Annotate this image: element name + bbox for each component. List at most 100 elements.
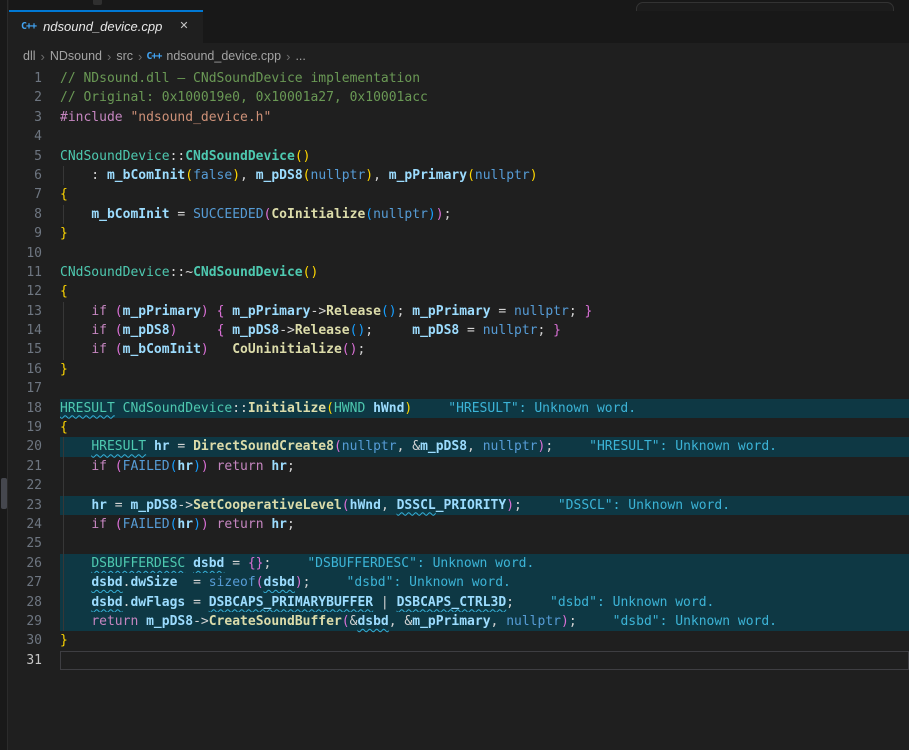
chevron-right-icon: › [134, 49, 146, 64]
code-token: ; [545, 439, 553, 454]
code-token: ( [326, 401, 334, 416]
line-number: 27 [9, 573, 60, 592]
code-token: ; [538, 323, 554, 338]
code-token: ; [514, 498, 522, 513]
spell-check-annotation: "HRESULT": Unknown word. [589, 439, 777, 454]
code-line-content[interactable] [60, 379, 909, 398]
code-line-content[interactable]: } [60, 360, 909, 379]
code-line-content[interactable]: #include "ndsound_device.h" [60, 108, 909, 127]
code-line-content[interactable]: } [60, 631, 909, 650]
code-token: ( [467, 168, 475, 183]
breadcrumb-item[interactable]: ... [294, 49, 306, 63]
code-line: 16} [9, 360, 909, 379]
code-token: ) [404, 401, 412, 416]
code-line-content[interactable]: if (m_pDS8) { m_pDS8->Release(); m_pDS8 … [60, 321, 909, 340]
code-line-content[interactable]: { [60, 282, 909, 301]
code-line-content[interactable]: : m_bComInit(false), m_pDS8(nullptr), m_… [60, 166, 909, 185]
code-token: ::~ [170, 265, 193, 280]
code-line-content[interactable]: m_bComInit = SUCCEEDED(CoInitialize(null… [60, 205, 909, 224]
code-token: ) [201, 304, 209, 319]
tab-title: ndsound_device.cpp [43, 19, 162, 34]
code-line-content[interactable]: if (m_bComInit) CoUninitialize(); [60, 340, 909, 359]
code-line-content[interactable] [60, 476, 909, 495]
code-line-content[interactable]: hr = m_pDS8->SetCooperativeLevel(hWnd, D… [60, 496, 909, 515]
code-line: 27 dsbd.dwSize = sizeof(dsbd);"dsbd": Un… [9, 573, 909, 592]
code-line-content[interactable]: DSBUFFERDESC dsbd = {};"DSBUFFERDESC": U… [60, 554, 909, 573]
code-line-content[interactable]: if (m_pPrimary) { m_pPrimary->Release();… [60, 302, 909, 321]
code-line-content[interactable]: dsbd.dwFlags = DSBCAPS_PRIMARYBUFFER | D… [60, 593, 909, 612]
code-token [60, 575, 91, 590]
code-area[interactable]: 1// NDsound.dll — CNdSoundDevice impleme… [9, 69, 909, 670]
code-line: 24 if (FAILED(hr)) return hr; [9, 515, 909, 534]
code-token [60, 459, 91, 474]
code-token: ( [365, 207, 373, 222]
code-token: ; [569, 304, 585, 319]
code-token: hr [271, 459, 287, 474]
code-line-content[interactable]: if (FAILED(hr)) return hr; [60, 457, 909, 476]
chevron-right-icon: › [282, 49, 294, 64]
code-token: ( [342, 614, 350, 629]
code-token: :: [232, 401, 248, 416]
code-token: = [107, 498, 130, 513]
code-token: ) [530, 168, 538, 183]
code-token: ( [256, 575, 264, 590]
tab-close-icon[interactable]: ✕ [177, 19, 190, 34]
code-line-content[interactable]: { [60, 418, 909, 437]
code-token: {} [248, 556, 264, 571]
code-token: m_pDS8 [412, 323, 459, 338]
code-line-content[interactable]: if (FAILED(hr)) return hr; [60, 515, 909, 534]
code-token: { [60, 284, 68, 299]
code-token: hWnd [350, 498, 381, 513]
code-token: , [467, 439, 483, 454]
code-token: DSSCL [397, 498, 436, 513]
code-token: = [459, 323, 482, 338]
code-token: m_pPrimary [389, 168, 467, 183]
spell-check-annotation: "dsbd": Unknown word. [347, 575, 511, 590]
line-number: 28 [9, 593, 60, 612]
code-line-content[interactable] [60, 651, 909, 670]
code-token: ( [115, 304, 123, 319]
breadcrumb-item[interactable]: ndsound_device.cpp [165, 49, 282, 63]
code-line-content[interactable] [60, 244, 909, 263]
tab-ndsound-device-cpp[interactable]: C++ ndsound_device.cpp ✕ [9, 10, 203, 43]
code-token: #include [60, 110, 123, 125]
code-token: return [217, 517, 264, 532]
breadcrumb-item[interactable]: dll [22, 49, 37, 63]
tab-bar: C++ ndsound_device.cpp ✕ [9, 10, 909, 43]
code-line-content[interactable]: HRESULT CNdSoundDevice::Initialize(HWND … [60, 399, 909, 418]
code-line-content[interactable]: // NDsound.dll — CNdSoundDevice implemen… [60, 69, 909, 88]
code-token [60, 207, 91, 222]
left-scrollbar-thumb[interactable] [1, 478, 7, 509]
code-line-content[interactable] [60, 534, 909, 553]
code-token: dwFlags [130, 595, 185, 610]
code-line-content[interactable]: dsbd.dwSize = sizeof(dsbd);"dsbd": Unkno… [60, 573, 909, 592]
code-token: nullptr [514, 304, 569, 319]
code-line: 30} [9, 631, 909, 650]
code-token: :: [170, 149, 186, 164]
spell-check-annotation: "dsbd": Unknown word. [613, 614, 777, 629]
code-line-content[interactable]: HRESULT hr = DirectSoundCreate8(nullptr,… [60, 437, 909, 456]
code-token: ; [264, 556, 272, 571]
breadcrumb-item[interactable]: src [115, 49, 134, 63]
code-line: 17 [9, 379, 909, 398]
code-line-content[interactable]: { [60, 185, 909, 204]
line-number: 5 [9, 147, 60, 166]
code-line-content[interactable]: CNdSoundDevice::CNdSoundDevice() [60, 147, 909, 166]
code-token: -> [279, 323, 295, 338]
code-line-content[interactable]: return m_pDS8->CreateSoundBuffer(&dsbd, … [60, 612, 909, 631]
code-token: ) [201, 517, 209, 532]
code-line-content[interactable]: // Original: 0x100019e0, 0x10001a27, 0x1… [60, 88, 909, 107]
line-number: 7 [9, 185, 60, 204]
cpp-file-icon: C++ [146, 51, 161, 62]
breadcrumb-item[interactable]: NDsound [49, 49, 103, 63]
code-line-content[interactable]: } [60, 224, 909, 243]
code-line-content[interactable] [60, 127, 909, 146]
code-token: ) [193, 459, 201, 474]
code-token: ) [428, 207, 436, 222]
code-token: ) [201, 342, 209, 357]
code-token: DSBCAPS_PRIMARYBUFFER [209, 595, 373, 610]
code-token: ( [334, 439, 342, 454]
code-line-content[interactable]: CNdSoundDevice::~CNdSoundDevice() [60, 263, 909, 282]
code-token: } [60, 633, 68, 648]
code-token: = [170, 207, 193, 222]
